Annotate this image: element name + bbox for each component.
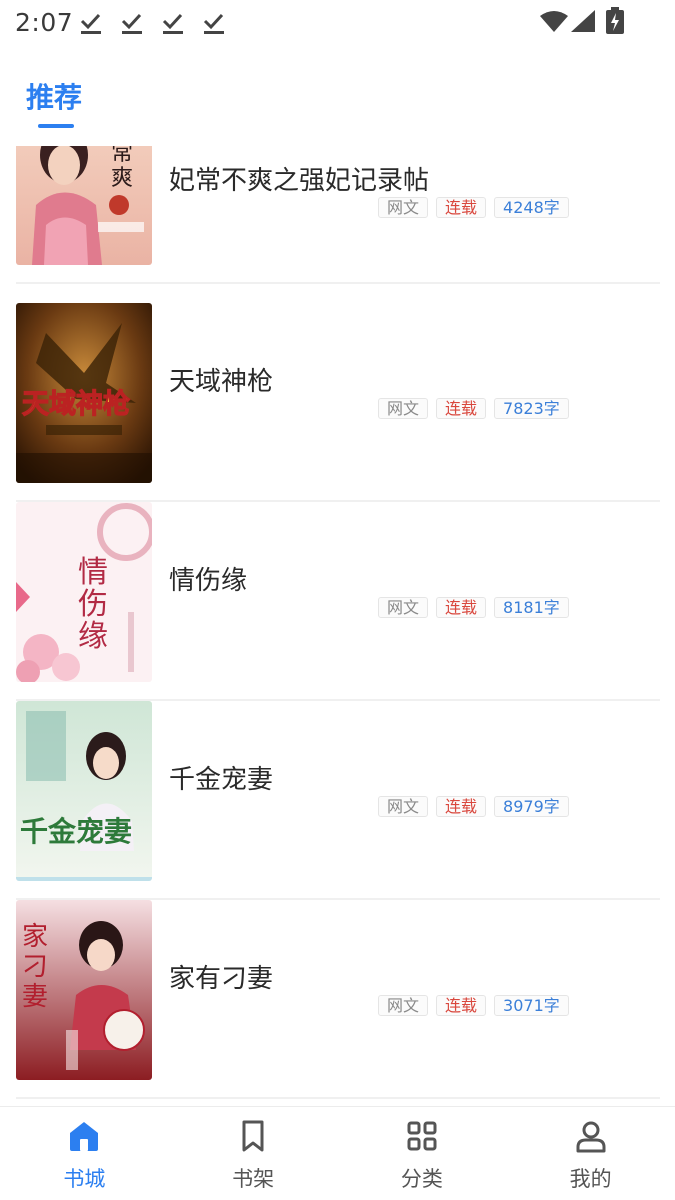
nav-label: 分类 (400, 1167, 443, 1191)
nav-label: 书城 (63, 1167, 106, 1191)
nav-item-category[interactable]: 分类 (338, 1107, 507, 1200)
nav-item-bookstore[interactable]: 书城 (0, 1107, 169, 1200)
svg-text:家: 家 (22, 922, 48, 952)
book-cover-image: 天域神枪 (16, 303, 152, 483)
book-item[interactable]: 常 爽 妃常不爽之强妃记录帖 网文 连载 4248字 (16, 146, 660, 284)
tag-word-count: 8979字 (494, 796, 569, 817)
book-cover[interactable]: 家 刁 妻 (16, 900, 152, 1080)
book-list[interactable]: 常 爽 妃常不爽之强妃记录帖 网文 连载 4248字 天域神枪 天域神枪 网文 … (0, 146, 675, 1104)
tag-source: 网文 (378, 597, 429, 618)
tag-status: 连载 (436, 597, 487, 618)
bottom-nav: 书城 书架 分类 我的 (0, 1106, 675, 1200)
svg-text:伤: 伤 (78, 587, 108, 622)
tab-recommend[interactable]: 推荐 (26, 76, 82, 116)
svg-text:刁: 刁 (22, 952, 48, 982)
svg-text:情: 情 (78, 555, 108, 590)
tag-word-count: 4248字 (494, 197, 569, 218)
book-tags: 网文 连载 8979字 (378, 796, 569, 818)
book-item[interactable]: 千金宠妻 千金宠妻 网文 连载 8979字 (16, 701, 660, 900)
nav-label: 我的 (569, 1167, 612, 1191)
download-done-icon (162, 13, 183, 34)
battery-charging-icon (606, 7, 624, 34)
download-done-icon (80, 13, 101, 34)
book-item[interactable]: 情 伤 缘 情伤缘 网文 连载 8181字 (16, 502, 660, 701)
svg-text:爽: 爽 (111, 166, 133, 191)
nav-label: 书架 (232, 1167, 275, 1191)
book-cover-image: 情 伤 缘 (16, 502, 152, 682)
book-cover[interactable]: 天域神枪 (16, 303, 152, 483)
tag-status: 连载 (436, 197, 487, 218)
signal-icon (571, 10, 595, 32)
wifi-icon (540, 11, 568, 32)
category-grid-icon (407, 1121, 437, 1151)
tag-source: 网文 (378, 796, 429, 817)
svg-text:缘: 缘 (78, 619, 108, 654)
bookmark-icon (242, 1120, 264, 1152)
tag-word-count: 8181字 (494, 597, 569, 618)
book-cover[interactable]: 常 爽 (16, 146, 152, 265)
tag-status: 连载 (436, 995, 487, 1016)
book-item[interactable]: 天域神枪 天域神枪 网文 连载 7823字 (16, 303, 660, 502)
tag-status: 连载 (436, 398, 487, 419)
book-tags: 网文 连载 8181字 (378, 597, 569, 619)
book-tags: 网文 连载 4248字 (378, 197, 569, 219)
svg-text:天域神枪: 天域神枪 (22, 388, 131, 420)
tag-word-count: 7823字 (494, 398, 569, 419)
svg-text:千金宠妻: 千金宠妻 (20, 815, 132, 848)
home-icon (70, 1122, 99, 1151)
book-title[interactable]: 情伤缘 (169, 560, 247, 597)
book-title[interactable]: 千金宠妻 (169, 759, 273, 796)
tag-source: 网文 (378, 197, 429, 218)
book-cover-image: 千金宠妻 (16, 701, 152, 881)
tag-source: 网文 (378, 995, 429, 1016)
book-title[interactable]: 家有刁妻 (169, 958, 273, 995)
download-done-icon (203, 13, 224, 34)
svg-text:常: 常 (111, 146, 133, 166)
book-cover[interactable]: 情 伤 缘 (16, 502, 152, 682)
nav-item-mine[interactable]: 我的 (506, 1107, 675, 1200)
nav-item-bookshelf[interactable]: 书架 (169, 1107, 338, 1200)
status-time: 2:07 (15, 8, 74, 37)
download-done-icon (121, 13, 142, 34)
status-bar: 2:07 (0, 0, 675, 48)
person-icon (576, 1121, 606, 1153)
book-tags: 网文 连载 7823字 (378, 398, 569, 420)
book-title[interactable]: 妃常不爽之强妃记录帖 (169, 160, 429, 197)
book-tags: 网文 连载 3071字 (378, 995, 569, 1017)
tag-status: 连载 (436, 796, 487, 817)
book-title[interactable]: 天域神枪 (169, 361, 273, 398)
book-cover-image: 家 刁 妻 (16, 900, 152, 1080)
tag-source: 网文 (378, 398, 429, 419)
tag-word-count: 3071字 (494, 995, 569, 1016)
book-cover-image: 常 爽 (16, 146, 152, 265)
tab-active-indicator (38, 124, 74, 128)
book-cover[interactable]: 千金宠妻 (16, 701, 152, 881)
book-item[interactable]: 家 刁 妻 家有刁妻 网文 连载 3071字 (16, 900, 660, 1099)
svg-text:妻: 妻 (22, 982, 48, 1012)
